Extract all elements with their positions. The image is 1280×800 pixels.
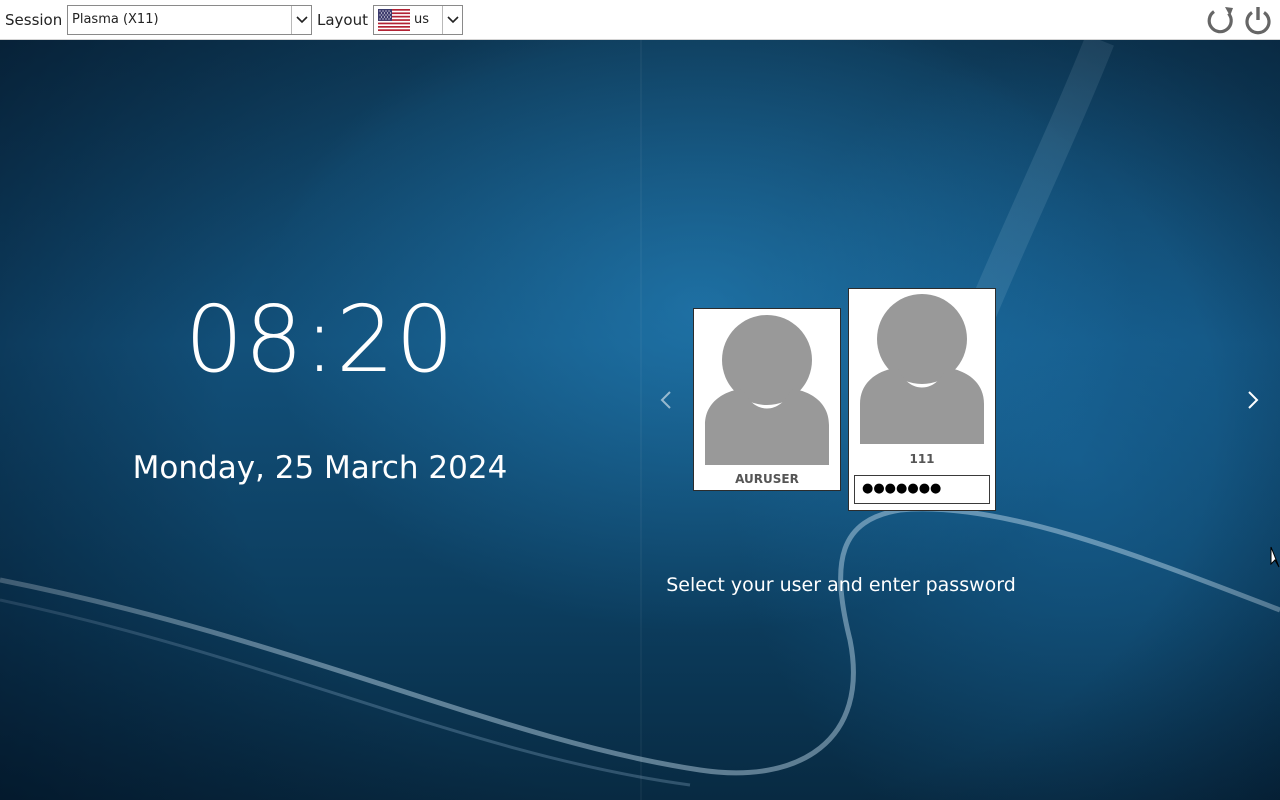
session-dropdown-arrow[interactable] [291, 6, 311, 34]
power-icon[interactable] [1242, 4, 1274, 36]
user-avatar-icon [705, 315, 829, 465]
layout-select-value: us [414, 12, 430, 27]
user-avatar-icon [860, 294, 984, 444]
session-label: Session [5, 11, 63, 29]
password-mask: ●●●●●●● [862, 481, 942, 496]
session-select[interactable]: Plasma (X11) [67, 5, 312, 35]
mouse-cursor-icon [1270, 546, 1280, 568]
clock-date: Monday, 25 March 2024 [132, 450, 508, 486]
reboot-icon[interactable] [1205, 4, 1237, 36]
session-select-value: Plasma (X11) [72, 12, 159, 27]
user-card-111[interactable]: 111 ●●●●●●● [848, 288, 996, 511]
us-flag-icon [378, 9, 410, 31]
user-name: AURUSER [735, 472, 799, 486]
layout-select[interactable]: us [373, 5, 463, 35]
next-user-chevron-icon[interactable] [1241, 384, 1265, 416]
top-bar: Session Plasma (X11) Layout us [0, 0, 1280, 40]
user-name: 111 [909, 452, 935, 466]
clock-time: 08:20 [184, 286, 456, 393]
chevron-down-icon [447, 16, 459, 24]
login-prompt: Select your user and enter password [666, 574, 1016, 596]
background-vignette [0, 40, 1280, 800]
layout-label: Layout [317, 11, 368, 29]
password-input[interactable]: ●●●●●●● [854, 475, 990, 504]
login-background [0, 40, 1280, 800]
user-card-auruser[interactable]: AURUSER [693, 308, 841, 491]
previous-user-chevron-icon[interactable] [654, 384, 678, 416]
chevron-down-icon [296, 16, 308, 24]
layout-dropdown-arrow[interactable] [442, 6, 462, 34]
